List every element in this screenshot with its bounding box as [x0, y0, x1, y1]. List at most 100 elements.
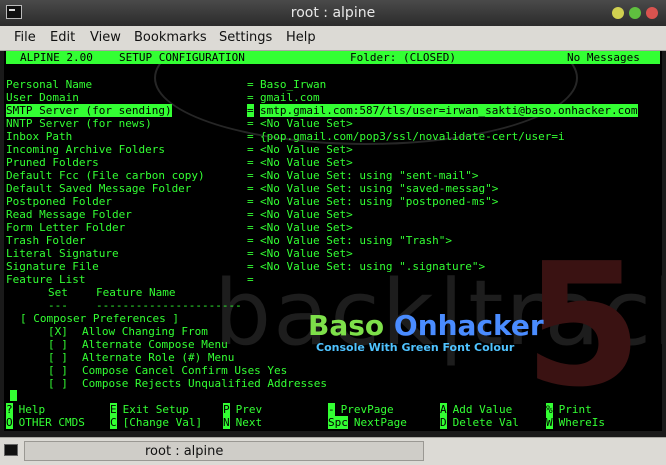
command-key-label: Exit Setup — [122, 403, 189, 416]
config-equals: = — [247, 260, 254, 273]
config-value[interactable]: <No Value Set> — [260, 208, 353, 221]
feature-checkbox[interactable]: [X] — [48, 325, 68, 338]
config-equals: = — [247, 78, 254, 91]
command-key-0-0[interactable]: ? Help — [6, 403, 45, 416]
feature-column-name: Feature Name — [96, 286, 176, 299]
menu-settings[interactable]: Settings — [219, 30, 272, 45]
config-value[interactable]: gmail.com — [260, 91, 320, 104]
menu-view[interactable]: View — [90, 30, 121, 45]
menu-edit[interactable]: Edit — [50, 30, 75, 45]
config-value[interactable]: Baso_Irwan — [260, 78, 326, 91]
config-equals: = — [247, 273, 254, 286]
watermark-brand: Baso Onhacker — [308, 309, 544, 342]
config-value[interactable]: <No Value Set> — [260, 143, 353, 156]
config-value[interactable]: <No Value Set> — [260, 221, 353, 234]
config-equals: = — [247, 247, 254, 260]
config-value[interactable]: <No Value Set: using "sent-mail"> — [260, 169, 479, 182]
command-key-label: NextPage — [353, 416, 407, 429]
command-key-0-5[interactable]: % Print — [546, 403, 592, 416]
feature-checkbox[interactable]: [ ] — [48, 351, 68, 364]
config-name[interactable]: Read Message Folder — [6, 208, 132, 221]
menu-help[interactable]: Help — [286, 30, 316, 45]
config-name[interactable]: Literal Signature — [6, 247, 119, 260]
command-key-letter: A — [440, 403, 447, 416]
command-key-label: Help — [18, 403, 46, 416]
config-equals: = — [247, 169, 254, 182]
config-equals: = — [247, 130, 254, 143]
config-value[interactable]: {pop.gmail.com/pop3/ssl/novalidate-cert/… — [260, 130, 565, 143]
taskbar-item-terminal[interactable]: root : alpine — [24, 441, 424, 461]
config-equals: = — [247, 117, 254, 130]
config-name[interactable]: Form Letter Folder — [6, 221, 125, 234]
command-key-1-4[interactable]: D Delete Val — [440, 416, 519, 429]
command-key-1-3[interactable]: Spc NextPage — [328, 416, 407, 429]
config-name[interactable]: Signature File — [6, 260, 99, 273]
config-name[interactable]: User Domain — [6, 91, 79, 104]
terminal-screen[interactable]: back|track 5 ALPINE 2.00 SETUP CONFIGURAT… — [4, 51, 662, 431]
command-key-label: WhereIs — [558, 416, 605, 429]
command-key-1-1[interactable]: C [Change Val] — [110, 416, 202, 429]
command-key-letter: ? — [6, 403, 13, 416]
feature-checkbox[interactable]: [ ] — [48, 338, 68, 351]
feature-label[interactable]: Allow Changing From — [82, 325, 208, 338]
command-key-letter: W — [546, 416, 553, 429]
command-key-1-2[interactable]: N Next — [223, 416, 262, 429]
command-key-label: Next — [235, 416, 263, 429]
command-key-0-4[interactable]: A Add Value — [440, 403, 512, 416]
show-desktop-icon[interactable] — [4, 444, 18, 456]
config-value[interactable]: <No Value Set> — [260, 117, 353, 130]
menu-file[interactable]: File — [14, 30, 36, 45]
header-screen: SETUP CONFIGURATION — [119, 51, 245, 64]
config-value[interactable]: <No Value Set: using ".signature"> — [260, 260, 485, 273]
config-equals: = — [247, 104, 254, 117]
config-value[interactable]: <No Value Set> — [260, 247, 353, 260]
config-name[interactable]: Incoming Archive Folders — [6, 143, 165, 156]
title-bar[interactable]: root : alpine — [0, 0, 666, 26]
command-key-letter: P — [223, 403, 230, 416]
command-key-0-1[interactable]: E Exit Setup — [110, 403, 189, 416]
feature-column-set: Set — [48, 286, 68, 299]
menu-bar: File Edit View Bookmarks Settings Help — [0, 26, 666, 51]
config-equals: = — [247, 182, 254, 195]
feature-checkbox[interactable]: [ ] — [48, 364, 68, 377]
minimize-button[interactable] — [612, 7, 624, 19]
config-value[interactable]: <No Value Set: using "saved-messag"> — [260, 182, 498, 195]
header-messages: No Messages — [567, 51, 640, 64]
terminal-window: root : alpine File Edit View Bookmarks S… — [0, 0, 666, 465]
maximize-button[interactable] — [629, 7, 641, 19]
config-equals: = — [247, 91, 254, 104]
command-key-label: [Change Val] — [122, 416, 203, 429]
feature-group-composer: [ Composer Preferences ] — [20, 312, 179, 325]
config-name[interactable]: Postponed Folder — [6, 195, 112, 208]
config-name[interactable]: Default Fcc (File carbon copy) — [6, 169, 205, 182]
config-name[interactable]: Default Saved Message Folder — [6, 182, 191, 195]
config-name[interactable]: NNTP Server (for news) — [6, 117, 152, 130]
command-key-letter: % — [546, 403, 553, 416]
command-key-1-5[interactable]: W WhereIs — [546, 416, 605, 429]
config-value[interactable]: smtp.gmail.com:587/tls/user=irwan_sakti@… — [260, 104, 638, 117]
feature-label[interactable]: Compose Rejects Unqualified Addresses — [82, 377, 327, 390]
command-key-letter: N — [223, 416, 230, 429]
feature-label[interactable]: Alternate Compose Menu — [82, 338, 228, 351]
command-key-0-3[interactable]: - PrevPage — [328, 403, 394, 416]
feature-label[interactable]: Compose Cancel Confirm Uses Yes — [82, 364, 287, 377]
config-value[interactable]: <No Value Set: using "postponed-ms"> — [260, 195, 498, 208]
command-key-1-0[interactable]: O OTHER CMDS — [6, 416, 85, 429]
feature-label[interactable]: Alternate Role (#) Menu — [82, 351, 234, 364]
config-name[interactable]: Pruned Folders — [6, 156, 99, 169]
feature-checkbox[interactable]: [ ] — [48, 377, 68, 390]
menu-bookmarks[interactable]: Bookmarks — [134, 30, 207, 45]
config-name[interactable]: Trash Folder — [6, 234, 85, 247]
config-name[interactable]: Inbox Path — [6, 130, 72, 143]
config-name[interactable]: SMTP Server (for sending) — [6, 104, 172, 117]
config-value[interactable]: <No Value Set> — [260, 156, 353, 169]
header-app: ALPINE 2.00 — [20, 51, 93, 64]
command-key-0-2[interactable]: P Prev — [223, 403, 262, 416]
config-name[interactable]: Personal Name — [6, 78, 92, 91]
config-name[interactable]: Feature List — [6, 273, 85, 286]
command-key-letter: C — [110, 416, 117, 429]
config-value[interactable]: <No Value Set: using "Trash"> — [260, 234, 452, 247]
command-key-label: OTHER CMDS — [18, 416, 85, 429]
close-button[interactable] — [646, 7, 658, 19]
feature-separator-set: --- — [48, 299, 68, 312]
